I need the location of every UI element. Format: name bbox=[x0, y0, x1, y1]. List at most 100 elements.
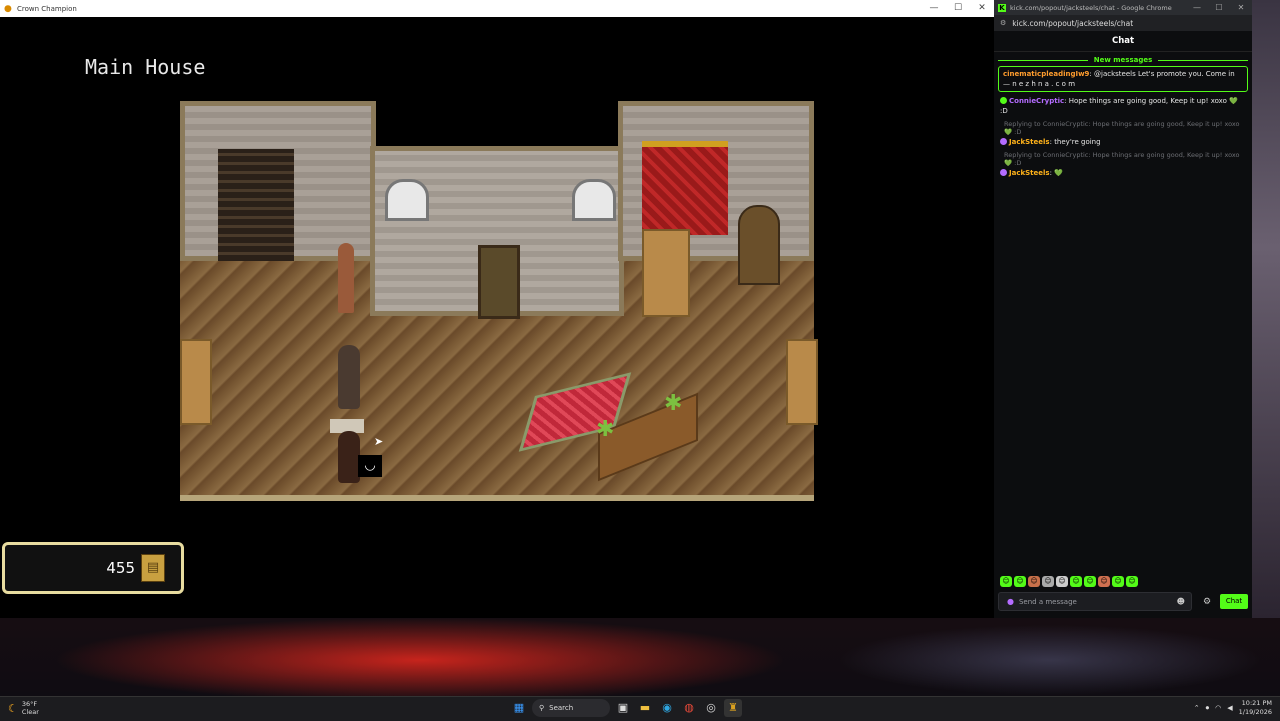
task-view-icon[interactable]: ▣ bbox=[614, 699, 632, 717]
gold-pouch-icon: ▤ bbox=[141, 554, 165, 582]
system-tray: ⌃ ⏺ ◠ ◀ 10:21 PM 1/19/2026 bbox=[1194, 699, 1272, 717]
minimize-button[interactable]: — bbox=[922, 0, 946, 17]
npc-character[interactable] bbox=[338, 345, 360, 409]
chat-username[interactable]: ConnieCryptic bbox=[1009, 97, 1064, 105]
chat-settings-icon[interactable]: ⚙ bbox=[1203, 597, 1211, 607]
door-middle[interactable] bbox=[478, 245, 520, 319]
maximize-button[interactable]: ☐ bbox=[946, 0, 970, 17]
site-settings-icon[interactable]: ⚙ bbox=[1000, 19, 1006, 27]
desktop-wallpaper-edge bbox=[1252, 0, 1280, 618]
chat-username[interactable]: JackSteels bbox=[1009, 138, 1050, 146]
chat-message[interactable]: JackSteels: they're going bbox=[994, 136, 1252, 148]
microphone-icon[interactable]: ⏺ bbox=[1206, 704, 1210, 713]
new-messages-divider[interactable]: New messages bbox=[998, 56, 1249, 64]
chrome-window-title: kick.com/popout/jacksteels/chat - Google… bbox=[1010, 3, 1172, 12]
broadcaster-badge-icon bbox=[1000, 169, 1007, 176]
reply-reference[interactable]: Replying to ConnieCryptic: Hope things a… bbox=[994, 148, 1252, 167]
close-button[interactable]: ✕ bbox=[1230, 0, 1252, 15]
shelf-left[interactable] bbox=[180, 339, 212, 425]
potted-plant-icon: ✱ bbox=[596, 417, 615, 442]
potted-plant-icon: ✱ bbox=[664, 391, 683, 416]
chat-message[interactable]: cinematicpleadingIw9: @jacksteels Let's … bbox=[998, 66, 1248, 92]
app-icon[interactable]: ◎ bbox=[702, 699, 720, 717]
display-cabinet[interactable] bbox=[642, 229, 690, 317]
taskbar-search[interactable]: ⚲ Search bbox=[532, 699, 610, 717]
chat-input[interactable]: ● Send a message ☻ bbox=[998, 592, 1192, 611]
grandfather-clock[interactable] bbox=[338, 243, 354, 313]
game-titlebar[interactable]: ● Crown Champion — ☐ ✕ bbox=[0, 0, 994, 17]
chrome-titlebar[interactable]: K kick.com/popout/jacksteels/chat - Goog… bbox=[994, 0, 1252, 15]
quick-emote-bar: ☺ ☺ ☺ ☺ ☺ ☺ ☺ ☺ ☺ ☺ bbox=[1000, 576, 1138, 587]
kick-logo-icon: K bbox=[998, 3, 1006, 12]
weather-condition: Clear bbox=[21, 708, 39, 716]
emote-icon[interactable]: ☺ bbox=[1112, 576, 1124, 587]
chat-username[interactable]: JackSteels bbox=[1009, 169, 1050, 177]
red-tapestry bbox=[642, 141, 728, 235]
chat-message[interactable]: ConnieCryptic: Hope things are going goo… bbox=[994, 92, 1252, 117]
edge-browser-icon[interactable]: ◉ bbox=[658, 699, 676, 717]
chat-username[interactable]: cinematicpleadingIw9 bbox=[1003, 70, 1089, 78]
emote-icon[interactable]: ☺ bbox=[1098, 576, 1110, 587]
new-messages-label: New messages bbox=[1093, 56, 1153, 64]
start-button-icon[interactable]: ▦ bbox=[510, 699, 528, 717]
search-label: Search bbox=[549, 704, 574, 712]
clock-date: 1/19/2026 bbox=[1238, 708, 1272, 716]
reply-reference[interactable]: Replying to ConnieCryptic: Hope things a… bbox=[994, 117, 1252, 136]
subscriber-badge-icon bbox=[1000, 97, 1007, 104]
window-right bbox=[572, 179, 616, 221]
crown-icon: ● bbox=[4, 3, 12, 14]
emote-icon[interactable]: ☺ bbox=[1070, 576, 1082, 587]
badge-icon: ● bbox=[1007, 597, 1014, 606]
house-map[interactable]: ✱ ✱ ◡ ➤ bbox=[180, 101, 818, 501]
emote-icon[interactable]: ☺ bbox=[1084, 576, 1096, 587]
mouse-cursor-icon: ➤ bbox=[374, 435, 384, 448]
weather-text: 36°F Clear bbox=[22, 700, 39, 716]
chrome-window-controls: — ☐ ✕ bbox=[1186, 0, 1252, 15]
game-viewport[interactable]: Main House ✱ ✱ ◡ ➤ 455 ▤ bbox=[0, 17, 994, 618]
weather-temperature: 36°F bbox=[21, 700, 38, 708]
address-bar[interactable]: ⚙ kick.com/popout/jacksteels/chat bbox=[994, 15, 1252, 31]
staircase[interactable] bbox=[218, 149, 294, 261]
emote-icon[interactable]: ☺ bbox=[1126, 576, 1138, 587]
chat-header: Chat bbox=[994, 31, 1252, 52]
game-window: ● Crown Champion — ☐ ✕ Main House ✱ ✱ ◡ … bbox=[0, 0, 995, 618]
chrome-browser-icon[interactable]: ◍ bbox=[680, 699, 698, 717]
player-character bbox=[338, 431, 360, 483]
door-right[interactable] bbox=[738, 205, 780, 285]
shelf-right[interactable] bbox=[786, 339, 818, 425]
game-window-title: Crown Champion bbox=[17, 4, 77, 13]
moon-weather-icon: ☾ bbox=[8, 701, 18, 715]
clock-time: 10:21 PM bbox=[1241, 699, 1272, 707]
chat-popout-window: K kick.com/popout/jacksteels/chat - Goog… bbox=[994, 0, 1252, 618]
talk-lips-icon[interactable]: ◡ bbox=[358, 455, 382, 477]
minimize-button[interactable]: — bbox=[1186, 0, 1208, 15]
chat-input-placeholder[interactable]: Send a message bbox=[1019, 598, 1177, 606]
chevron-up-icon[interactable]: ⌃ bbox=[1194, 704, 1200, 712]
search-icon: ⚲ bbox=[539, 704, 545, 712]
emoji-picker-icon[interactable]: ☻ bbox=[1177, 597, 1185, 606]
emote-icon[interactable]: ☺ bbox=[1056, 576, 1068, 587]
maximize-button[interactable]: ☐ bbox=[1208, 0, 1230, 15]
weather-widget[interactable]: ☾ 36°F Clear bbox=[8, 700, 39, 716]
gold-amount: 455 bbox=[106, 559, 135, 577]
chat-message[interactable]: JackSteels: 💚 bbox=[994, 167, 1252, 179]
volume-icon[interactable]: ◀ bbox=[1227, 704, 1232, 712]
emote-icon[interactable]: ☺ bbox=[1000, 576, 1012, 587]
game-window-controls: — ☐ ✕ bbox=[922, 0, 994, 17]
taskbar: ☾ 36°F Clear ▦ ⚲ Search ▣ ▬ ◉ ◍ ◎ ♜ ⌃ ⏺ … bbox=[0, 696, 1280, 721]
gold-counter: 455 ▤ bbox=[2, 542, 184, 594]
close-button[interactable]: ✕ bbox=[970, 0, 994, 17]
taskbar-apps: ▦ ⚲ Search ▣ ▬ ◉ ◍ ◎ ♜ bbox=[510, 699, 742, 717]
location-title: Main House bbox=[85, 55, 206, 79]
game-app-icon[interactable]: ♜ bbox=[724, 699, 742, 717]
send-chat-button[interactable]: Chat bbox=[1220, 594, 1248, 609]
taskbar-clock[interactable]: 10:21 PM 1/19/2026 bbox=[1239, 699, 1272, 717]
broadcaster-badge-icon bbox=[1000, 138, 1007, 145]
window-left bbox=[385, 179, 429, 221]
emote-icon[interactable]: ☺ bbox=[1028, 576, 1040, 587]
file-explorer-icon[interactable]: ▬ bbox=[636, 699, 654, 717]
url-text: kick.com/popout/jacksteels/chat bbox=[1012, 18, 1134, 28]
wifi-icon[interactable]: ◠ bbox=[1215, 704, 1221, 712]
emote-icon[interactable]: ☺ bbox=[1014, 576, 1026, 587]
emote-icon[interactable]: ☺ bbox=[1042, 576, 1054, 587]
